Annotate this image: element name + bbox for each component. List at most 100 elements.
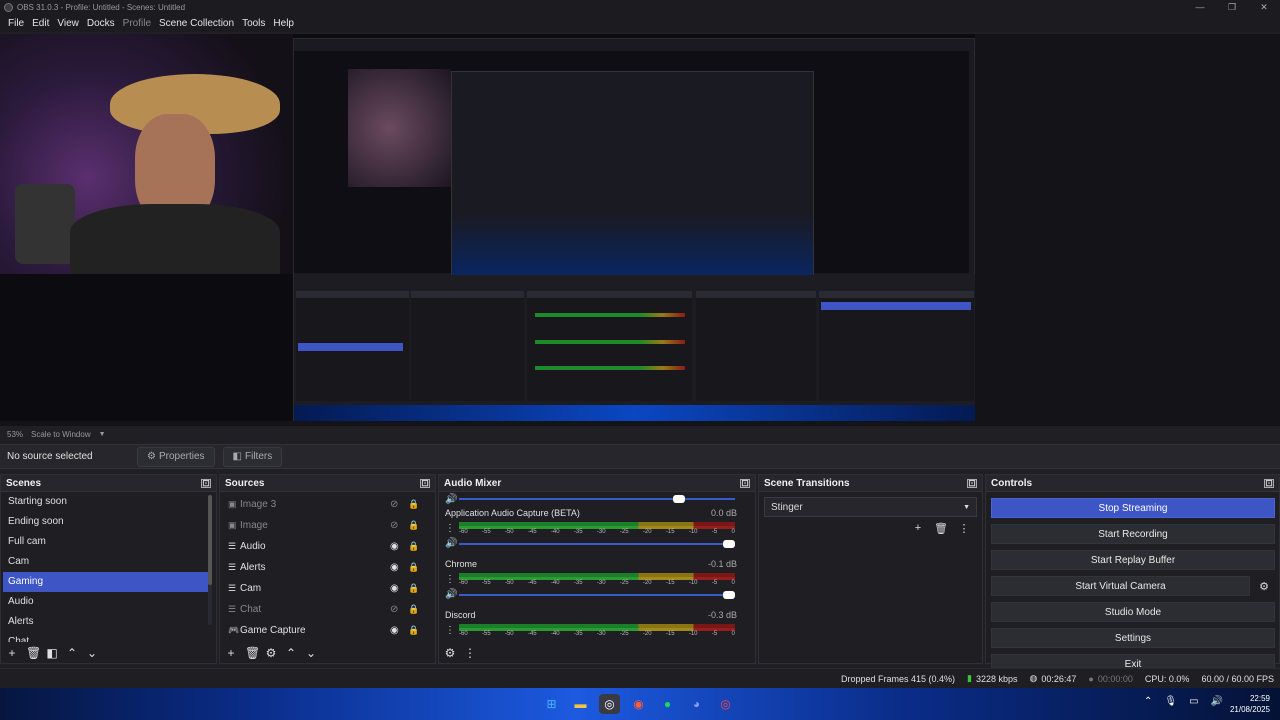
arrow-up-icon[interactable]: ⌃	[66, 646, 78, 660]
volume-slider[interactable]	[459, 539, 735, 548]
eye-icon[interactable]: ◉	[390, 541, 399, 552]
source-item[interactable]: ▣ Image ⊘ 🔒	[220, 515, 435, 536]
slider-knob[interactable]	[723, 539, 735, 548]
undock-icon[interactable]: ⊡	[1264, 478, 1274, 488]
menu-tools[interactable]: Tools	[242, 18, 265, 29]
clock[interactable]: 22:59 21/08/2025	[1230, 693, 1270, 715]
close-button[interactable]: ✕	[1248, 0, 1280, 14]
undock-icon[interactable]: ⊡	[740, 478, 750, 488]
source-item[interactable]: ☰ Cam ◉ 🔒	[220, 578, 435, 599]
source-item[interactable]: ☰ Audio ◉ 🔒	[220, 536, 435, 557]
gear-icon[interactable]: ⚙	[265, 646, 277, 660]
eye-icon[interactable]: ◉	[390, 583, 399, 594]
menu-help[interactable]: Help	[273, 18, 294, 29]
menu-file[interactable]: File	[8, 18, 24, 29]
preview-area[interactable]	[0, 34, 1280, 426]
chrome-icon[interactable]: ◉	[628, 694, 649, 714]
kebab-menu-icon[interactable]: ⋮	[954, 522, 974, 535]
speaker-icon[interactable]: 🔊	[445, 494, 459, 505]
scene-item-selected[interactable]: Gaming	[3, 572, 208, 592]
menu-profile[interactable]: Profile	[123, 18, 151, 29]
source-item[interactable]: ☰ Alerts ◉ 🔒	[220, 557, 435, 578]
speaker-icon[interactable]: 🔊	[445, 538, 459, 549]
studio-mode-button[interactable]: Studio Mode	[991, 602, 1275, 622]
file-explorer-icon[interactable]: ▬	[570, 694, 591, 714]
sources-list[interactable]: ▣ Image 3 ⊘ 🔒 ▣ Image ⊘ 🔒 ☰ Audio ◉ 🔒 ☰ …	[220, 492, 435, 641]
app-icon[interactable]: ◎	[715, 694, 736, 714]
add-icon[interactable]: +	[6, 646, 18, 660]
start-recording-button[interactable]: Start Recording	[991, 524, 1275, 544]
undock-icon[interactable]: ⊡	[201, 478, 211, 488]
properties-button[interactable]: ⚙ Properties	[137, 446, 215, 467]
undock-icon[interactable]: ⊡	[420, 478, 430, 488]
volume-icon[interactable]: 🔊	[1211, 696, 1223, 707]
maximize-button[interactable]: ❐	[1216, 0, 1248, 14]
arrow-up-icon[interactable]: ⌃	[285, 646, 297, 660]
scene-item[interactable]: Cam	[1, 552, 206, 572]
eye-off-icon[interactable]: ⊘	[390, 520, 398, 531]
eye-off-icon[interactable]: ⊘	[390, 604, 398, 615]
scene-item[interactable]: Ending soon	[1, 512, 206, 532]
lock-icon[interactable]: 🔒	[408, 541, 419, 552]
stop-streaming-button[interactable]: Stop Streaming	[991, 498, 1275, 518]
slider-knob[interactable]	[673, 495, 685, 503]
volume-slider[interactable]	[459, 590, 735, 599]
network-icon[interactable]: ▭	[1189, 696, 1198, 707]
menu-edit[interactable]: Edit	[32, 18, 49, 29]
spotify-icon[interactable]: ●	[657, 694, 678, 714]
arrow-down-icon[interactable]: ⌄	[86, 646, 98, 660]
discord-icon[interactable]: ◕	[686, 694, 707, 714]
arrow-down-icon[interactable]: ⌄	[305, 646, 317, 660]
windows-start-icon[interactable]: ⊞	[541, 694, 562, 714]
eye-off-icon[interactable]: ⊘	[390, 499, 398, 510]
add-icon[interactable]: +	[908, 522, 928, 535]
minimize-button[interactable]: —	[1184, 0, 1216, 14]
source-item[interactable]: ☰ Chat ⊘ 🔒	[220, 599, 435, 620]
lock-icon[interactable]: 🔒	[408, 520, 419, 531]
lock-icon[interactable]: 🔒	[408, 583, 419, 594]
preview-canvas[interactable]	[0, 34, 975, 421]
eye-icon[interactable]: ◉	[390, 625, 399, 636]
gear-icon[interactable]: ⚙	[1254, 580, 1274, 593]
filter-icon[interactable]: ◧	[46, 646, 58, 660]
chevron-up-icon[interactable]: ⌃	[1144, 696, 1152, 707]
lock-icon[interactable]: 🔒	[408, 499, 419, 510]
volume-slider[interactable]	[459, 495, 735, 503]
add-icon[interactable]: +	[225, 646, 237, 660]
settings-button[interactable]: Settings	[991, 628, 1275, 648]
transition-select[interactable]: Stinger ▼	[764, 497, 977, 517]
chevron-down-icon[interactable]: ▼	[99, 431, 106, 438]
start-replay-buffer-button[interactable]: Start Replay Buffer	[991, 550, 1275, 570]
menu-docks[interactable]: Docks	[87, 18, 115, 29]
kebab-menu-icon[interactable]: ⋮	[464, 646, 476, 660]
scenes-list[interactable]: Starting soon Ending soon Full cam Cam G…	[1, 492, 216, 642]
advanced-audio-icon[interactable]: ⚙	[444, 646, 456, 660]
menu-scene-collection[interactable]: Scene Collection	[159, 18, 234, 29]
lock-icon[interactable]: 🔒	[408, 604, 419, 615]
scenes-scrollbar[interactable]	[208, 495, 212, 625]
kebab-menu-icon[interactable]: ⋮	[445, 523, 459, 534]
slider-knob[interactable]	[723, 590, 735, 599]
trash-icon[interactable]: 🗑	[26, 646, 41, 660]
obs-icon[interactable]: ◎	[599, 694, 620, 714]
lock-icon[interactable]: 🔒	[408, 562, 419, 573]
start-virtual-camera-button[interactable]: Start Virtual Camera	[991, 576, 1251, 596]
microphone-icon[interactable]: 🎙	[1164, 696, 1177, 707]
kebab-menu-icon[interactable]: ⋮	[445, 625, 459, 636]
scene-item[interactable]: Full cam	[1, 532, 206, 552]
trash-icon[interactable]: 🗑	[931, 522, 951, 535]
source-item[interactable]: 🎮 Game Capture ◉ 🔒	[220, 620, 435, 641]
speaker-icon[interactable]: 🔊	[445, 589, 459, 600]
menu-view[interactable]: View	[57, 18, 79, 29]
lock-icon[interactable]: 🔒	[408, 625, 419, 636]
kebab-menu-icon[interactable]: ⋮	[445, 574, 459, 585]
filters-button[interactable]: ◧ Filters	[222, 446, 283, 467]
scene-item[interactable]: Alerts	[1, 612, 206, 632]
undock-icon[interactable]: ⊡	[967, 478, 977, 488]
scene-item[interactable]: Audio	[1, 592, 206, 612]
eye-icon[interactable]: ◉	[390, 562, 399, 573]
scene-item[interactable]: Chat	[1, 632, 206, 642]
trash-icon[interactable]: 🗑	[245, 646, 260, 660]
scale-mode[interactable]: Scale to Window	[31, 430, 91, 439]
scene-item[interactable]: Starting soon	[1, 492, 206, 512]
